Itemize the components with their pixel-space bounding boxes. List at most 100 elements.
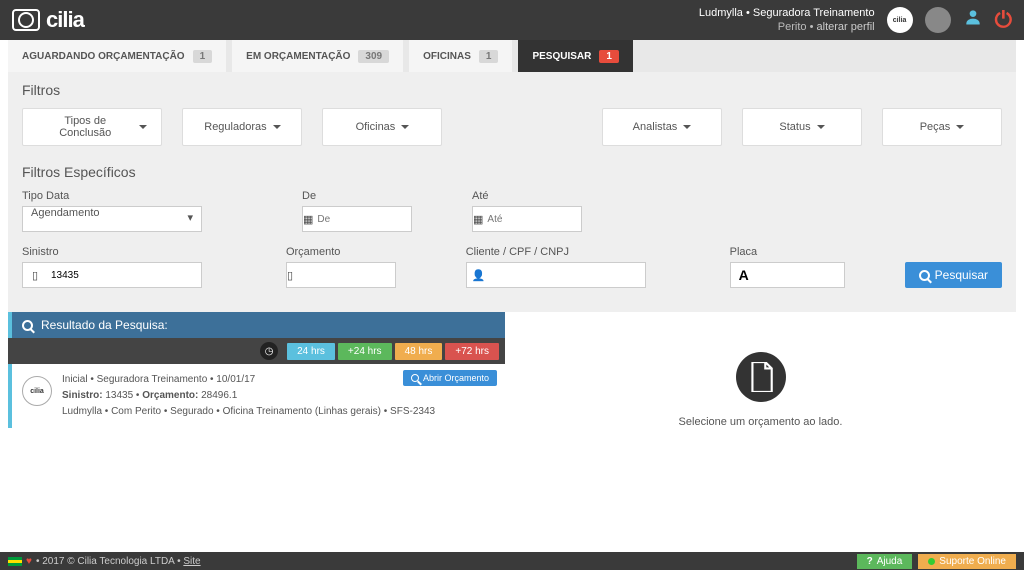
ate-label: Até	[472, 190, 582, 202]
filter-reguladoras[interactable]: Reguladoras	[182, 108, 302, 146]
caret-icon	[683, 125, 691, 129]
user-info: Ludmylla • Seguradora Treinamento Perito…	[699, 6, 875, 35]
results-header: Resultado da Pesquisa:	[8, 312, 505, 338]
caret-icon	[401, 125, 409, 129]
time-bar: ◷ 24 hrs +24 hrs 48 hrs +72 hrs	[8, 338, 505, 364]
user-icon[interactable]	[963, 7, 983, 33]
site-link[interactable]: Site	[183, 556, 200, 567]
form-row-dates: Tipo Data Agendamento De ▦ Até ▦	[22, 190, 1002, 232]
de-label: De	[302, 190, 412, 202]
filter-analistas[interactable]: Analistas	[602, 108, 722, 146]
cliente-input-group: 👤	[466, 262, 646, 288]
caret-icon	[817, 125, 825, 129]
tab-count: 309	[358, 50, 389, 63]
group-cliente: Cliente / CPF / CNPJ 👤	[466, 246, 700, 288]
tipo-data-label: Tipo Data	[22, 190, 272, 202]
filter-status[interactable]: Status	[742, 108, 862, 146]
orcamento-input-group: ▯	[286, 262, 396, 288]
heart-icon: ♥	[26, 556, 32, 567]
time-24[interactable]: 24 hrs	[287, 343, 335, 360]
ate-input[interactable]	[483, 207, 623, 231]
calendar-icon: ▦	[303, 207, 313, 231]
filter-row-1: Tipos de Conclusão Reguladoras Oficinas …	[22, 108, 1002, 146]
de-input[interactable]	[313, 207, 453, 231]
results-left: Resultado da Pesquisa: ◷ 24 hrs +24 hrs …	[8, 312, 505, 428]
placeholder-text: Selecione um orçamento ao lado.	[679, 416, 843, 428]
footer: ♥ • 2017 © Cilia Tecnologia LTDA • Site …	[0, 552, 1024, 570]
group-tipo-data: Tipo Data Agendamento	[22, 190, 272, 232]
time-72[interactable]: +72 hrs	[445, 343, 499, 360]
filter-label: Analistas	[633, 121, 678, 133]
tab-count: 1	[193, 50, 213, 63]
tab-oficinas[interactable]: OFICINAS 1	[409, 40, 518, 72]
orc-label: Orçamento:	[142, 390, 198, 401]
filter-pecas[interactable]: Peças	[882, 108, 1002, 146]
group-ate: Até ▦	[472, 190, 582, 232]
filter-label: Peças	[920, 121, 951, 133]
tab-count: 1	[479, 50, 499, 63]
filter-label: Reguladoras	[204, 121, 266, 133]
results-right: Selecione um orçamento ao lado.	[505, 312, 1016, 428]
placa-input-group	[730, 262, 845, 288]
orc-val: 28496.1	[201, 390, 237, 401]
group-placa: Placa	[730, 246, 845, 288]
open-btn-label: Abrir Orçamento	[423, 373, 489, 383]
tab-label: PESQUISAR	[532, 51, 591, 62]
time-24p[interactable]: +24 hrs	[338, 343, 392, 360]
tab-em-orcamentacao[interactable]: EM ORÇAMENTAÇÃO 309	[232, 40, 409, 72]
logo: cilia	[12, 7, 84, 33]
footer-left: ♥ • 2017 © Cilia Tecnologia LTDA • Site	[8, 556, 201, 567]
cliente-input[interactable]	[491, 263, 645, 287]
search-button[interactable]: Pesquisar	[905, 262, 1002, 288]
sinistro-input[interactable]	[47, 263, 201, 287]
calendar-icon: ▦	[473, 207, 483, 231]
tab-pesquisar[interactable]: PESQUISAR1	[518, 40, 638, 72]
flag-icon	[8, 557, 22, 566]
result-item[interactable]: cilia Inicial • Seguradora Treinamento •…	[8, 364, 505, 428]
cliente-label: Cliente / CPF / CNPJ	[466, 246, 700, 258]
filter-label: Tipos de Conclusão	[37, 115, 133, 139]
time-48[interactable]: 48 hrs	[395, 343, 443, 360]
group-sinistro: Sinistro ▯	[22, 246, 256, 288]
power-icon[interactable]: ⏻	[995, 7, 1012, 33]
open-budget-button[interactable]: Abrir Orçamento	[403, 370, 497, 386]
filter-tipos[interactable]: Tipos de Conclusão	[22, 108, 162, 146]
tab-aguardando[interactable]: AGUARDANDO ORÇAMENTAÇÃO 1	[8, 40, 232, 72]
user-name: Ludmylla	[699, 7, 743, 19]
tab-label: OFICINAS	[423, 51, 471, 62]
sin-label: Sinistro:	[62, 390, 103, 401]
filters-title: Filtros	[22, 82, 1002, 98]
help-label: Ajuda	[877, 556, 903, 567]
change-profile-link[interactable]: alterar perfil	[817, 21, 875, 33]
tab-label: EM ORÇAMENTAÇÃO	[246, 51, 350, 62]
sinistro-label: Sinistro	[22, 246, 256, 258]
sin-val: 13435	[105, 390, 133, 401]
result-text: Inicial • Seguradora Treinamento • 10/01…	[62, 372, 435, 420]
user-role: Perito	[778, 21, 807, 33]
avatar-icon[interactable]	[925, 7, 951, 33]
sinistro-input-group: ▯	[22, 262, 202, 288]
help-button[interactable]: ? Ajuda	[857, 554, 913, 569]
tab-label: AGUARDANDO ORÇAMENTAÇÃO	[22, 51, 185, 62]
main-tabs: AGUARDANDO ORÇAMENTAÇÃO 1 EM ORÇAMENTAÇÃO…	[8, 40, 1016, 72]
search-icon	[22, 320, 33, 331]
form-row-search: Sinistro ▯ Orçamento ▯ Cliente / CPF / C…	[22, 246, 1002, 288]
user-org: Seguradora Treinamento	[753, 7, 875, 19]
filter-oficinas[interactable]: Oficinas	[322, 108, 442, 146]
result-line2: Sinistro: 13435 • Orçamento: 28496.1	[62, 388, 435, 404]
tipo-data-select[interactable]: Agendamento	[22, 206, 202, 232]
support-button[interactable]: Suporte Online	[918, 554, 1016, 569]
person-icon: 👤	[467, 263, 491, 287]
doc-icon: ▯	[23, 263, 47, 287]
ate-input-group: ▦	[472, 206, 582, 232]
caret-icon	[273, 125, 281, 129]
group-orcamento: Orçamento ▯	[286, 246, 436, 288]
cilia-badge-icon[interactable]: cilia	[887, 7, 913, 33]
de-input-group: ▦	[302, 206, 412, 232]
result-line3: Ludmylla • Com Perito • Segurado • Ofici…	[62, 404, 435, 420]
group-de: De ▦	[302, 190, 412, 232]
orcamento-input[interactable]	[293, 263, 433, 287]
results-area: Resultado da Pesquisa: ◷ 24 hrs +24 hrs …	[8, 312, 1016, 428]
clock-icon: ◷	[260, 342, 278, 360]
logo-text: cilia	[46, 7, 84, 33]
